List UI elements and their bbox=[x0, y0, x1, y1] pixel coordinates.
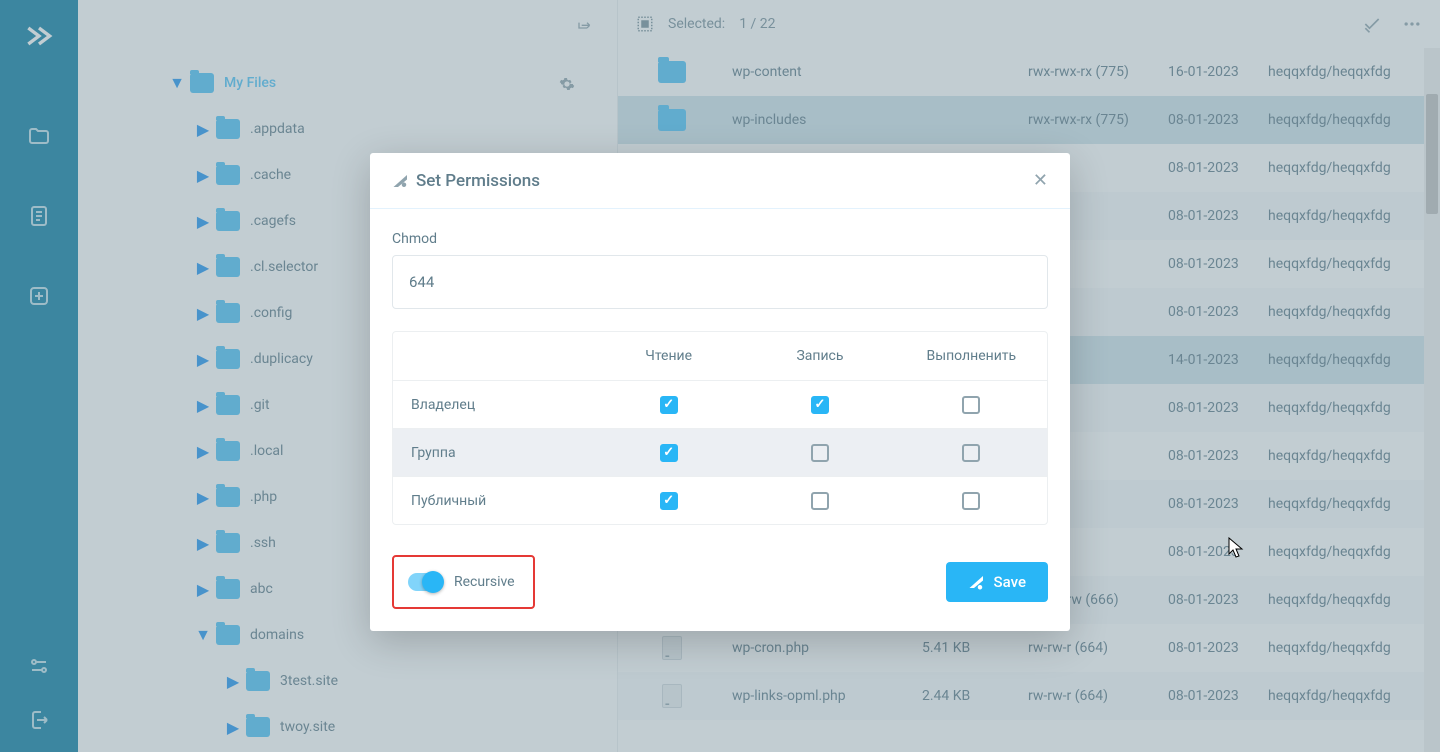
checkbox-read[interactable] bbox=[660, 492, 678, 510]
save-button[interactable]: Save bbox=[946, 562, 1048, 602]
permissions-table: Чтение Запись Выполненить Владелец Группа… bbox=[392, 331, 1048, 525]
col-read: Чтение bbox=[593, 348, 744, 364]
perm-role: Публичный bbox=[393, 493, 593, 509]
perm-row: Группа bbox=[393, 428, 1047, 476]
checkbox-read[interactable] bbox=[660, 444, 678, 462]
checkbox-read[interactable] bbox=[660, 396, 678, 414]
chmod-input[interactable] bbox=[392, 255, 1048, 309]
col-write: Запись bbox=[744, 348, 895, 364]
perm-role: Группа bbox=[393, 445, 593, 461]
col-exec: Выполненить bbox=[896, 348, 1047, 364]
checkbox-exec[interactable] bbox=[962, 396, 980, 414]
perm-row: Публичный bbox=[393, 476, 1047, 524]
chmod-label: Chmod bbox=[392, 231, 1048, 247]
checkbox-write[interactable] bbox=[811, 444, 829, 462]
permissions-icon bbox=[392, 172, 410, 190]
recursive-label: Recursive bbox=[454, 574, 515, 590]
permissions-modal: Set Permissions ✕ Chmod Чтение Запись Вы… bbox=[370, 153, 1070, 631]
modal-header: Set Permissions ✕ bbox=[370, 153, 1070, 209]
perm-role: Владелец bbox=[393, 397, 593, 413]
modal-title: Set Permissions bbox=[416, 171, 540, 191]
recursive-highlight: Recursive bbox=[392, 555, 535, 609]
recursive-toggle[interactable] bbox=[408, 573, 442, 591]
checkbox-write[interactable] bbox=[811, 396, 829, 414]
perm-row: Владелец bbox=[393, 380, 1047, 428]
checkbox-exec[interactable] bbox=[962, 492, 980, 510]
checkbox-write[interactable] bbox=[811, 492, 829, 510]
checkbox-exec[interactable] bbox=[962, 444, 980, 462]
save-button-label: Save bbox=[994, 573, 1026, 591]
close-icon[interactable]: ✕ bbox=[1033, 170, 1048, 191]
